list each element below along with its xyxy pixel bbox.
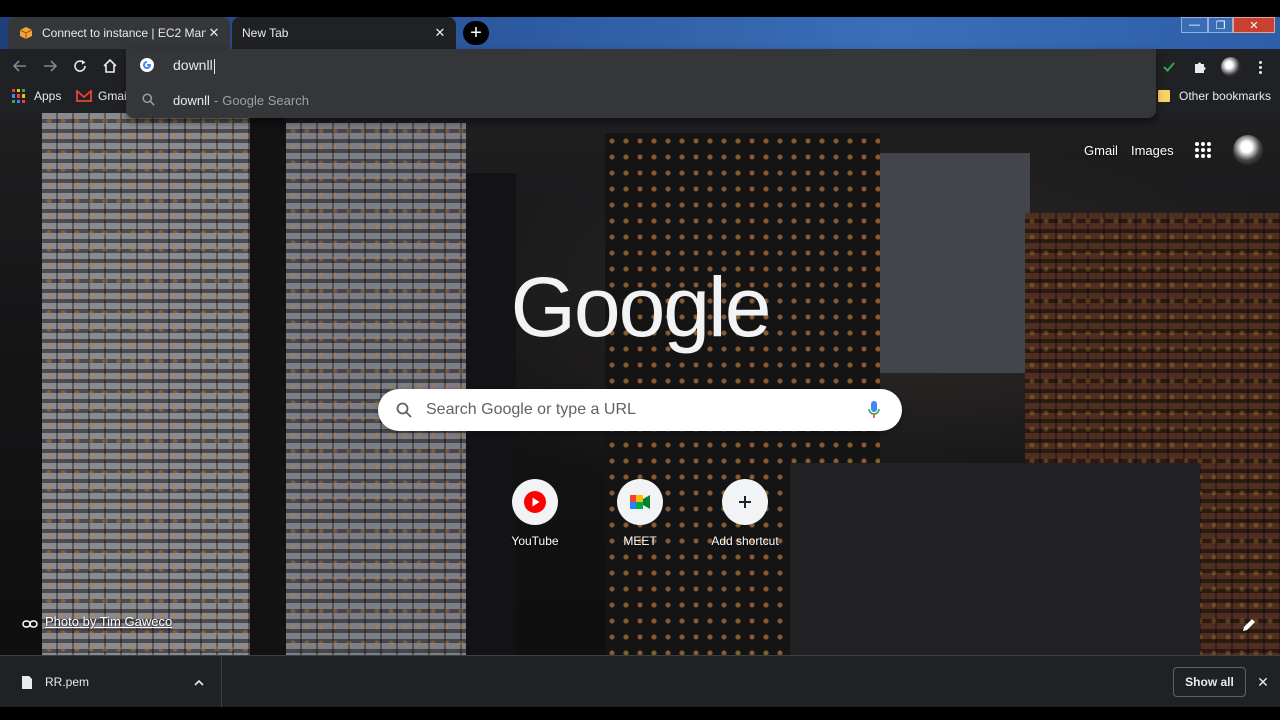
shortcut-tile [617,479,663,525]
show-all-button[interactable]: Show all [1173,667,1246,697]
tab-ec2[interactable]: Connect to instance | EC2 Manag ✕ [8,17,230,49]
toolbar-extensions [1160,57,1267,77]
bookmark-label: Other bookmarks [1179,89,1272,103]
tab-title: New Tab [242,26,289,40]
new-tab-button[interactable]: + [463,21,489,45]
back-icon[interactable] [12,58,28,74]
gmail-link[interactable]: Gmail [1084,143,1118,158]
download-file-name: RR.pem [45,675,90,689]
photo-credit-link[interactable]: Photo by Tim Gaweco [22,614,172,629]
shortcut-tile [722,479,768,525]
customize-pencil-icon[interactable] [1241,617,1257,633]
chevron-up-icon[interactable] [193,676,205,688]
gmail-icon [76,89,92,102]
google-logo: Google [510,260,772,354]
omnibox-text: downll [173,57,213,73]
screen: Connect to instance | EC2 Manag ✕ New Ta… [0,0,1280,720]
close-window-icon[interactable]: ✕ [1233,17,1275,33]
microphone-icon[interactable] [864,400,884,420]
ntp-search-box[interactable] [378,389,902,431]
top-letterbox [0,0,1280,17]
google-g-icon [139,57,155,73]
shortcut-label: YouTube [511,534,559,548]
minimize-icon[interactable]: — [1181,17,1208,33]
shortcut-label: Add shortcut [711,534,779,548]
text-caret [213,58,215,74]
close-icon[interactable]: ✕ [1256,674,1270,690]
forward-icon[interactable] [42,58,58,74]
suggestion-separator: - [213,92,219,108]
suggestion-hint: Google Search [222,92,309,108]
menu-kebab-icon[interactable] [1253,58,1267,76]
plus-icon: + [470,22,482,44]
search-icon [394,400,414,420]
profile-avatar[interactable] [1221,57,1241,77]
apps-grid-icon [12,89,26,103]
google-apps-icon[interactable] [1194,142,1211,158]
file-icon [21,675,33,690]
ntp-background [0,113,1280,655]
omnibox-suggestion[interactable]: downll - Google Search [126,87,1156,113]
folder-icon [1158,90,1170,102]
bookmark-label: Gmail [98,89,130,103]
dim-overlay [0,113,1280,655]
bookmark-label: Apps [34,89,62,103]
reload-icon[interactable] [72,58,88,74]
account-avatar[interactable] [1232,135,1263,165]
extensions-puzzle-icon[interactable] [1191,58,1209,76]
plus-icon [739,496,751,508]
photo-credit-text: Photo by Tim Gaweco [45,614,173,629]
ntp-top-links: Gmail Images [1084,135,1263,165]
shortcut-youtube[interactable]: YouTube [479,479,591,548]
shortcut-tile [512,479,558,525]
home-icon[interactable] [102,58,118,74]
shortcut-add[interactable]: Add shortcut [689,479,801,548]
restore-icon[interactable]: ❐ [1208,17,1233,33]
tab-title: Connect to instance | EC2 Manag [42,26,206,40]
link-icon [22,617,38,628]
search-input[interactable] [426,401,864,419]
window-controls: — ❐ ✕ [1181,17,1275,33]
close-tab-icon[interactable]: ✕ [206,25,222,41]
omnibox-dropdown: downll downll - Google Search [126,49,1156,118]
checkmark-icon[interactable] [1160,58,1178,76]
tab-new-tab[interactable]: New Tab ✕ [232,17,456,49]
close-tab-icon[interactable]: ✕ [432,25,448,41]
shortcut-meet[interactable]: MEET [584,479,696,548]
aws-box-icon [18,25,34,41]
bookmark-gmail[interactable]: Gmail [76,89,129,103]
omnibox-input[interactable]: downll [173,57,215,74]
youtube-icon [524,491,546,513]
search-icon [142,93,156,107]
meet-icon [630,495,650,509]
images-link[interactable]: Images [1131,143,1174,158]
bookmark-apps[interactable]: Apps [12,89,61,103]
suggestion-query: downll [173,92,210,108]
bottom-letterbox [0,707,1280,720]
download-shelf: RR.pem Show all ✕ [0,655,1280,708]
shortcut-label: MEET [623,534,657,548]
tab-strip: Connect to instance | EC2 Manag ✕ New Ta… [0,17,1280,49]
bookmark-other[interactable]: Other bookmarks [1158,89,1271,103]
download-item[interactable]: RR.pem [0,656,222,708]
